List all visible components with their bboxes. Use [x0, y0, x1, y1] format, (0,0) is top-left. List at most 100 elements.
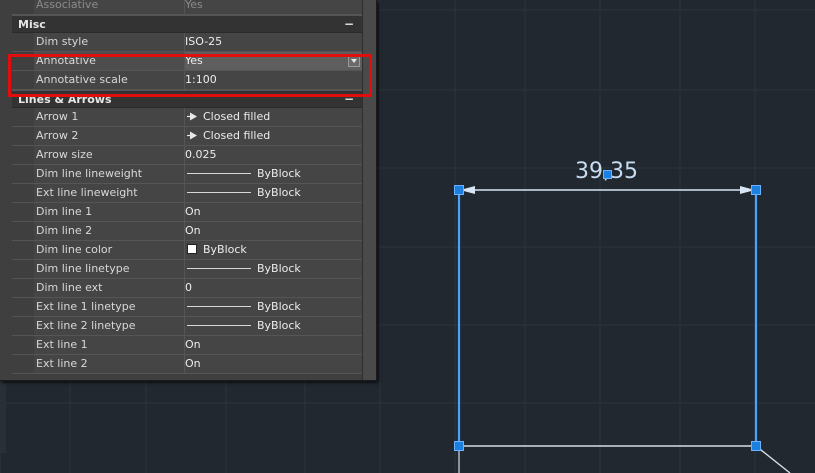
- property-row-dim-line-color[interactable]: Dim line color ByBlock: [12, 241, 362, 260]
- property-value[interactable]: ByBlock: [184, 260, 362, 278]
- property-value[interactable]: Closed filled: [184, 108, 362, 126]
- property-label: Dim line ext: [36, 281, 103, 294]
- property-value-text: Closed filled: [203, 129, 271, 142]
- grip-handle-bottom-right[interactable]: [751, 441, 761, 451]
- row-gutter: [12, 127, 34, 145]
- property-value[interactable]: 0: [184, 279, 362, 297]
- property-value-text: 1:100: [185, 73, 217, 86]
- section-title: Misc: [18, 18, 46, 31]
- drawn-geometry: [457, 186, 791, 473]
- property-value[interactable]: On: [184, 336, 362, 354]
- property-row-dim-line-2[interactable]: Dim line 2 On: [12, 222, 362, 241]
- property-value-text: ByBlock: [257, 186, 301, 199]
- property-value-text: Yes: [185, 0, 203, 11]
- row-gutter: [12, 241, 34, 259]
- line-sample-icon: [187, 267, 251, 269]
- property-row-ext-line-2-linetype[interactable]: Ext line 2 linetype ByBlock: [12, 317, 362, 336]
- row-gutter: [12, 336, 34, 354]
- diagonal-line: [755, 445, 791, 473]
- property-label: Arrow 1: [36, 110, 79, 123]
- property-label: Dim line color: [36, 243, 113, 256]
- line-sample-icon: [187, 172, 251, 174]
- property-label: Dim line lineweight: [36, 167, 143, 180]
- property-row-dim-line-linetype[interactable]: Dim line linetype ByBlock: [12, 260, 362, 279]
- property-row-annotative[interactable]: Annotative Yes: [12, 52, 362, 71]
- section-header-lines-arrows[interactable]: Lines & Arrows −: [12, 90, 362, 108]
- property-row-annotative-scale[interactable]: Annotative scale 1:100: [12, 71, 362, 90]
- row-gutter: [12, 317, 34, 335]
- property-value[interactable]: On: [184, 203, 362, 221]
- property-row-arrow-size[interactable]: Arrow size 0.025: [12, 146, 362, 165]
- panel-scrollbar[interactable]: [362, 0, 376, 380]
- property-label: Ext line lineweight: [36, 186, 138, 199]
- row-gutter: [12, 279, 34, 297]
- property-row-dim-style[interactable]: Dim style ISO-25: [12, 33, 362, 52]
- property-row-ext-line-lineweight[interactable]: Ext line lineweight ByBlock: [12, 184, 362, 203]
- property-value[interactable]: On: [184, 222, 362, 240]
- grip-handle-dim-text[interactable]: [603, 170, 612, 179]
- property-value[interactable]: Closed filled: [184, 127, 362, 145]
- property-value-text: Yes: [185, 54, 203, 67]
- grip-handle-top-left[interactable]: [454, 185, 464, 195]
- property-row-ext-line-2[interactable]: Ext line 2 On: [12, 355, 362, 374]
- property-label: Dim line 1: [36, 205, 93, 218]
- property-row-dim-line-1[interactable]: Dim line 1 On: [12, 203, 362, 222]
- line-sample-icon: [187, 324, 251, 326]
- property-value-text: ByBlock: [257, 300, 301, 313]
- property-label: Dim line 2: [36, 224, 93, 237]
- property-row-arrow-2[interactable]: Arrow 2 Closed filled: [12, 127, 362, 146]
- property-value[interactable]: ByBlock: [184, 298, 362, 316]
- property-value-text: ByBlock: [257, 319, 301, 332]
- row-gutter: [12, 222, 34, 240]
- arrow-icon: [187, 131, 197, 139]
- property-label: Dim line linetype: [36, 262, 130, 275]
- property-value[interactable]: ISO-25: [184, 33, 362, 51]
- row-gutter: [12, 184, 34, 202]
- property-value-text: On: [185, 205, 201, 218]
- property-row-dim-line-ext[interactable]: Dim line ext 0: [12, 279, 362, 298]
- property-value[interactable]: 0.025: [184, 146, 362, 164]
- row-gutter: [12, 260, 34, 278]
- property-value[interactable]: ByBlock: [184, 184, 362, 202]
- property-value[interactable]: Yes: [184, 0, 362, 14]
- property-value-text: 0: [185, 281, 192, 294]
- row-gutter: [12, 146, 34, 164]
- grip-handle-top-right[interactable]: [751, 185, 761, 195]
- property-value-text: 0.025: [185, 148, 217, 161]
- property-rows: Associative Yes Misc − Dim style ISO-25 Annota…: [12, 0, 362, 374]
- property-value-text: ByBlock: [257, 167, 301, 180]
- property-value-text: ByBlock: [203, 243, 247, 256]
- collapse-icon[interactable]: −: [344, 16, 354, 32]
- property-value-text: On: [185, 224, 201, 237]
- property-value[interactable]: Yes: [184, 52, 362, 70]
- property-value[interactable]: ByBlock: [184, 317, 362, 335]
- collapse-icon[interactable]: −: [344, 91, 354, 107]
- row-gutter: [12, 71, 34, 89]
- property-label: Annotative scale: [36, 73, 128, 86]
- line-sample-icon: [187, 191, 251, 193]
- dropdown-arrow-icon[interactable]: [348, 54, 360, 67]
- property-row-ext-line-1-linetype[interactable]: Ext line 1 linetype ByBlock: [12, 298, 362, 317]
- property-row-dim-line-lineweight[interactable]: Dim line lineweight ByBlock: [12, 165, 362, 184]
- property-label: Ext line 2 linetype: [36, 319, 136, 332]
- section-title: Lines & Arrows: [18, 93, 112, 106]
- property-value[interactable]: 1:100: [184, 71, 362, 89]
- property-row-associative[interactable]: Associative Yes: [12, 0, 362, 15]
- property-label: Ext line 1 linetype: [36, 300, 136, 313]
- property-value-text: On: [185, 357, 201, 370]
- property-value-text: Closed filled: [203, 110, 271, 123]
- property-value[interactable]: ByBlock: [184, 165, 362, 183]
- property-row-arrow-1[interactable]: Arrow 1 Closed filled: [12, 108, 362, 127]
- property-value-text: On: [185, 338, 201, 351]
- row-gutter: [12, 33, 34, 51]
- property-label: Arrow 2: [36, 129, 79, 142]
- section-header-misc[interactable]: Misc −: [12, 15, 362, 33]
- property-row-ext-line-1[interactable]: Ext line 1 On: [12, 336, 362, 355]
- grip-handle-bottom-left[interactable]: [454, 441, 464, 451]
- left-edge-toolbar: [0, 383, 6, 453]
- color-swatch-icon: [187, 244, 197, 254]
- property-label: Annotative: [36, 54, 96, 67]
- property-value[interactable]: On: [184, 355, 362, 373]
- properties-panel: Associative Yes Misc − Dim style ISO-25 Annota…: [0, 0, 377, 381]
- property-value[interactable]: ByBlock: [184, 241, 362, 259]
